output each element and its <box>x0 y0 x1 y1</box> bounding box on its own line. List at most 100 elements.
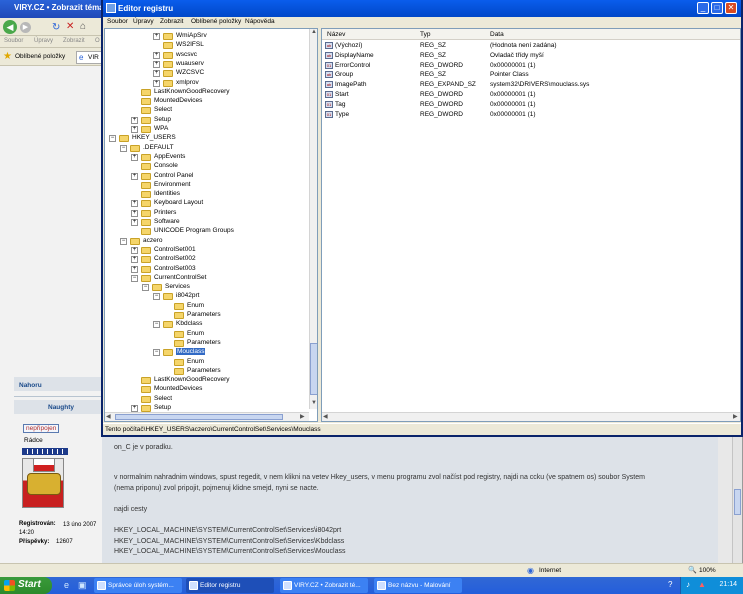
value-row[interactable]: 01 Type REG_DWORD 0x00000001 (1) <box>322 110 740 121</box>
menu-oblibene[interactable]: Oblíbené položky <box>191 18 241 25</box>
regedit-title-bar[interactable]: Editor registru _ □ ✕ <box>103 0 741 17</box>
refresh-icon[interactable]: ↻ <box>52 22 60 33</box>
menu-zobrazit[interactable]: Zobrazit <box>63 38 85 44</box>
tree-node[interactable]: − .DEFAULT <box>105 144 305 153</box>
tree-node[interactable]: + ControlSet003 <box>105 265 305 274</box>
tree-node[interactable]: + AppEvents <box>105 153 305 162</box>
column-header-data[interactable]: Data <box>490 31 504 38</box>
tree-node[interactable]: MountedDevices <box>105 385 305 394</box>
tree-node[interactable]: + wscsvc <box>105 51 305 60</box>
taskbar-button-task-manager[interactable]: Správce úloh systém... <box>94 578 182 593</box>
expand-icon[interactable]: + <box>131 209 138 217</box>
value-row[interactable]: ab ImagePath REG_EXPAND_SZ system32\DRIVERS… <box>322 81 740 91</box>
scrollbar-thumb[interactable] <box>310 343 317 395</box>
close-button[interactable]: ✕ <box>725 2 737 14</box>
browser-tab[interactable]: e VIR <box>76 51 102 64</box>
tree-node[interactable]: MountedDevices <box>105 97 305 106</box>
expand-icon[interactable]: + <box>153 60 160 68</box>
value-row[interactable]: ab Group REG_SZ Pointer Class <box>322 71 740 81</box>
collapse-icon[interactable]: − <box>120 144 127 152</box>
tree-node[interactable]: LastKnownGoodRecovery <box>105 88 305 97</box>
expand-icon[interactable]: + <box>131 200 138 208</box>
favorites-button[interactable]: Oblíbené položky <box>15 53 65 60</box>
tree-node[interactable]: − i8042prt <box>105 292 305 301</box>
scroll-right-arrow[interactable]: ▶ <box>733 413 738 420</box>
tree-node[interactable]: + Control Panel <box>105 172 305 181</box>
tree-node[interactable]: + Setup <box>105 116 305 125</box>
tree-node[interactable]: Identities <box>105 190 305 199</box>
browser-scrollbar[interactable] <box>732 437 742 563</box>
registry-tree[interactable]: + WmiApSrv WS2IFSL + wscsvc + wuauserv + WZCSVC +… <box>104 28 318 422</box>
menu-zobrazit[interactable]: Zobrazit <box>160 18 183 25</box>
taskbar-button-regedit[interactable]: Editor registru <box>186 578 274 593</box>
scroll-left-arrow[interactable]: ◀ <box>323 413 328 420</box>
menu-soubor[interactable]: Soubor <box>4 38 23 44</box>
tree-node[interactable]: Select <box>105 106 305 115</box>
start-button[interactable]: Start <box>0 577 52 594</box>
tree-node[interactable]: + WPA <box>105 125 305 134</box>
column-header-name[interactable]: Název <box>327 31 345 38</box>
value-row[interactable]: ab (Výchozí) REG_SZ (Hodnota není zadána) <box>322 42 740 52</box>
tree-node[interactable]: + ControlSet002 <box>105 255 305 264</box>
scroll-right-arrow[interactable]: ▶ <box>300 413 305 420</box>
tree-node[interactable]: − Kbdclass <box>105 320 305 329</box>
tree-vertical-scrollbar[interactable]: ▲ ▼ <box>309 29 317 409</box>
tree-node[interactable]: WS2IFSL <box>105 41 305 50</box>
tree-node[interactable]: − Services <box>105 283 305 292</box>
expand-icon[interactable]: + <box>131 256 138 264</box>
tree-node[interactable]: + WZCSVC <box>105 69 305 78</box>
menu-upravy[interactable]: Úpravy <box>34 38 53 44</box>
collapse-icon[interactable]: − <box>153 321 160 329</box>
value-row[interactable]: 01 Start REG_DWORD 0x00000001 (1) <box>322 91 740 101</box>
collapse-icon[interactable]: − <box>153 349 160 357</box>
tree-node[interactable]: LastKnownGoodRecovery <box>105 376 305 385</box>
expand-icon[interactable]: + <box>153 70 160 78</box>
collapse-icon[interactable]: − <box>109 135 116 143</box>
expand-icon[interactable]: + <box>131 265 138 273</box>
value-row[interactable]: 01 ErrorControl REG_DWORD 0x00000001 (1) <box>322 61 740 72</box>
column-header-type[interactable]: Typ <box>420 31 430 38</box>
value-row[interactable]: ab DisplayName REG_SZ Ovladač třídy myší <box>322 51 740 62</box>
tree-node[interactable]: + xmlprov <box>105 79 305 88</box>
tree-node[interactable]: Parameters <box>105 367 305 376</box>
scrollbar-thumb[interactable] <box>734 489 741 515</box>
maximize-button[interactable]: □ <box>711 2 723 14</box>
tree-node[interactable]: Environment <box>105 181 305 190</box>
expand-icon[interactable]: + <box>153 79 160 87</box>
stop-icon[interactable]: ✕ <box>66 21 74 32</box>
menu-soubor[interactable]: Soubor <box>107 18 128 25</box>
scroll-down-arrow[interactable]: ▼ <box>310 400 317 408</box>
tree-node[interactable]: + Keyboard Layout <box>105 199 305 208</box>
scroll-left-arrow[interactable]: ◀ <box>106 413 111 420</box>
values-list[interactable]: Název Typ Data ab (Výchozí) REG_SZ (Hodnota… <box>321 28 741 422</box>
tree-node[interactable]: − CurrentControlSet <box>105 274 305 283</box>
zoom-level[interactable]: 100% <box>699 567 716 574</box>
collapse-icon[interactable]: − <box>131 274 138 282</box>
tree-node[interactable]: Select <box>105 395 305 404</box>
tree-node[interactable]: − Mouclass <box>105 348 305 357</box>
top-link[interactable]: Nahoru <box>19 382 107 389</box>
expand-icon[interactable]: + <box>153 33 160 40</box>
tree-node[interactable]: − HKEY_USERS <box>105 134 305 143</box>
expand-icon[interactable]: + <box>131 172 138 180</box>
home-icon[interactable]: ⌂ <box>80 21 86 32</box>
help-icon[interactable]: ? <box>668 580 672 589</box>
collapse-icon[interactable]: − <box>153 293 160 301</box>
tree-node[interactable]: + WmiApSrv <box>105 32 305 41</box>
tree-node[interactable]: + Software <box>105 218 305 227</box>
value-row[interactable]: 01 Tag REG_DWORD 0x00000001 (1) <box>322 100 740 111</box>
tree-node[interactable]: UNICODE Program Groups <box>105 227 305 236</box>
expand-icon[interactable]: + <box>131 405 138 412</box>
user-status-button[interactable]: nepřipojen <box>23 424 60 433</box>
scrollbar-thumb[interactable] <box>115 414 283 420</box>
taskbar-button-paint[interactable]: Bez názvu - Malování <box>374 578 462 593</box>
collapse-icon[interactable]: − <box>120 237 127 245</box>
minimize-button[interactable]: _ <box>697 2 709 14</box>
quicklaunch-ie-icon[interactable]: e <box>64 580 69 590</box>
speaker-icon[interactable]: ♪ <box>686 580 690 589</box>
tree-node[interactable]: + Printers <box>105 209 305 218</box>
tree-node[interactable]: − aczero <box>105 237 305 246</box>
taskbar-button-browser[interactable]: VIRY.CZ • Zobrazit té... <box>280 578 368 593</box>
network-icon[interactable]: ▲ <box>698 580 706 589</box>
menu-upravy[interactable]: Úpravy <box>133 18 154 25</box>
